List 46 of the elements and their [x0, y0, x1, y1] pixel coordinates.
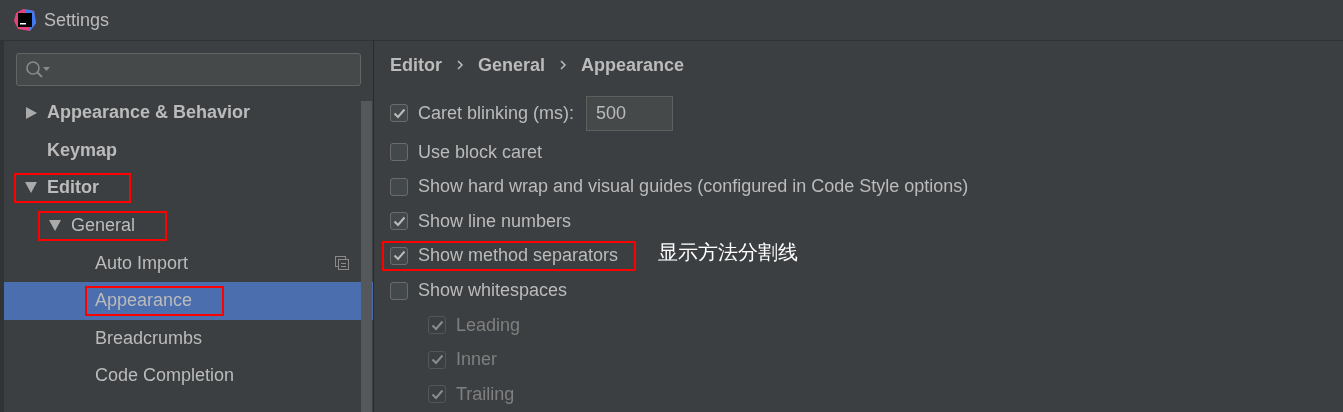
tree-item[interactable]: Code Completion	[4, 357, 373, 395]
app-logo-icon	[14, 9, 36, 31]
annotation-note: 显示方法分割线	[658, 238, 799, 266]
chevron-icon	[456, 60, 464, 70]
checkmark-icon	[392, 216, 406, 227]
option-label: Use block caret	[418, 141, 543, 163]
search-field[interactable]	[16, 53, 361, 86]
collapsed-arrow-icon[interactable]	[24, 105, 38, 120]
tree-item[interactable]: General	[4, 206, 373, 245]
checkmark-icon	[430, 388, 444, 400]
checkbox[interactable]	[390, 281, 408, 300]
tree-item[interactable]: Editor	[4, 169, 373, 207]
option-label: Show hard wrap and visual guides (configured in Code Style options)	[418, 176, 969, 198]
input-field[interactable]: 500	[586, 95, 674, 131]
window-title: Settings	[44, 9, 110, 31]
checkbox[interactable]	[390, 104, 408, 122]
annotation-box: Editor	[14, 173, 131, 203]
chevron-icon	[559, 60, 568, 70]
checkbox[interactable]	[390, 143, 408, 162]
option-label: Show whitespaces	[418, 280, 568, 302]
checkbox[interactable]	[390, 177, 408, 196]
expanded-arrow-icon[interactable]	[48, 218, 62, 233]
option-label: Caret blinking (ms):	[418, 102, 575, 124]
scrollbar[interactable]	[361, 101, 372, 412]
checkmark-icon	[392, 250, 406, 262]
breadcrumb[interactable]: General	[478, 54, 546, 76]
search-icon	[25, 59, 51, 80]
checkbox[interactable]	[390, 212, 408, 231]
tree-item[interactable]: Auto Import	[4, 244, 373, 282]
option-label: Trailing	[456, 383, 515, 405]
checkmark-icon	[430, 319, 444, 331]
breadcrumb[interactable]: Appearance	[581, 54, 685, 76]
tree-item[interactable]: Appearance & Behavior	[4, 94, 373, 132]
checkbox[interactable]	[390, 246, 408, 265]
annotation-box: General	[38, 210, 168, 241]
checkmark-icon	[392, 107, 406, 119]
annotation-box: Appearance	[85, 285, 225, 316]
option-label: Show line numbers	[418, 211, 572, 232]
breadcrumb[interactable]: Editor	[390, 54, 442, 76]
checkmark-icon	[430, 354, 444, 366]
expanded-arrow-icon[interactable]	[24, 180, 38, 195]
option-label: Inner	[456, 349, 498, 371]
tree-item[interactable]: Breadcrumbs	[4, 319, 373, 358]
tree-item[interactable]: Keymap	[4, 131, 373, 170]
option-label: Leading	[456, 314, 521, 336]
option-label: Show method separators	[418, 245, 619, 267]
